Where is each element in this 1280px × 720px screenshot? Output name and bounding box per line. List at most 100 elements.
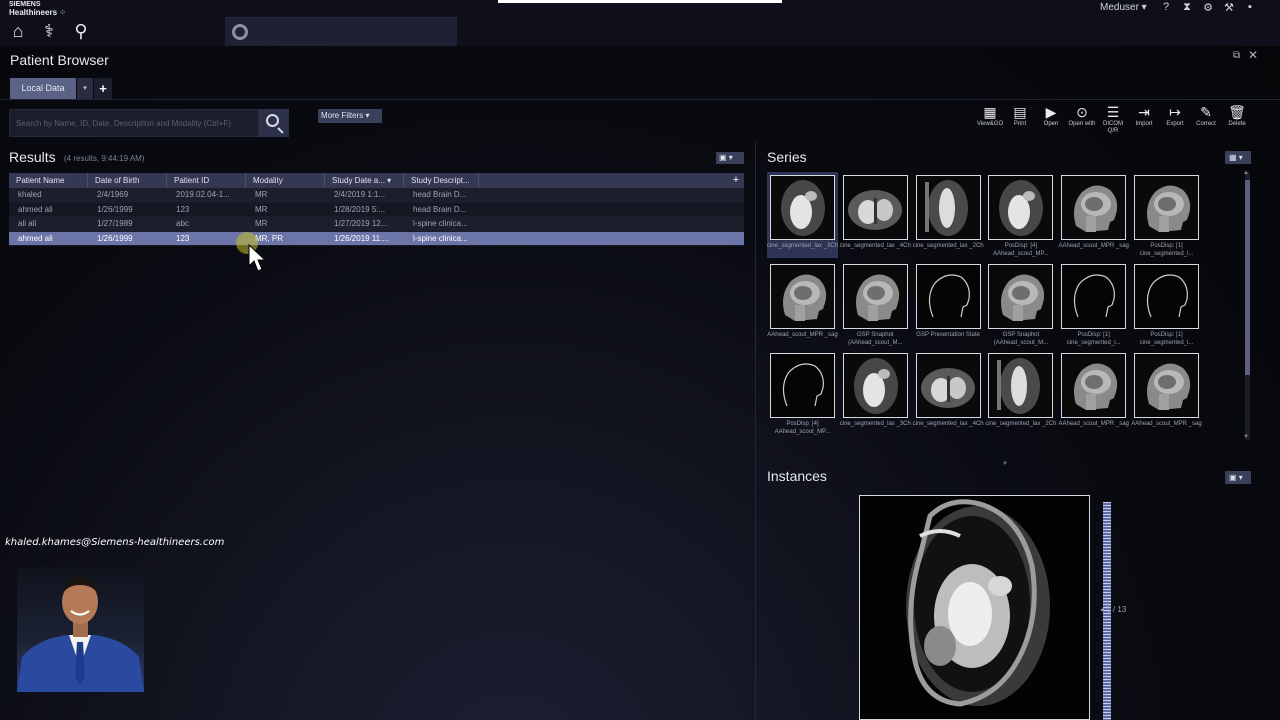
series-thumbnail[interactable] <box>915 175 981 240</box>
import-button[interactable]: ⇥ Import <box>1128 104 1160 128</box>
series-label: cine_segmented_lax _3Ch <box>766 243 839 249</box>
column-header[interactable]: Patient ID <box>167 173 246 188</box>
series-thumbnail[interactable] <box>770 264 835 329</box>
table-cell: MR <box>255 219 268 228</box>
series-scrollbar[interactable] <box>1245 172 1250 440</box>
series-label: cine_segmented_lax _2Ch <box>985 421 1057 427</box>
view-go-button[interactable]: ▦ View&GO <box>974 104 1006 128</box>
export-icon: ↦ <box>1169 104 1181 120</box>
table-cell: 123 <box>176 204 190 214</box>
table-cell: l-spine clinica... <box>413 233 468 243</box>
top-bar <box>0 0 1280 46</box>
close-icon[interactable]: ✕ <box>1248 48 1258 62</box>
mouse-cursor-icon <box>248 244 267 272</box>
table-cell: 2/4/1969 <box>97 190 129 199</box>
table-cell: MR <box>255 204 268 214</box>
results-title: Results <box>9 149 56 165</box>
series-label: PosDisp: [4] AAhead_scout_MP... <box>993 243 1049 257</box>
table-cell: khaled <box>18 190 42 199</box>
search-input[interactable] <box>9 109 259 137</box>
column-header[interactable]: Modality <box>246 173 325 188</box>
tools-icon[interactable]: ⚒ <box>1222 1 1236 14</box>
scroll-down-icon[interactable]: ▼ <box>1243 434 1249 440</box>
table-cell: ali ali <box>18 219 37 228</box>
series-thumbnail[interactable] <box>842 353 908 418</box>
table-row[interactable]: ali ali 1/27/1989 abc MR 1/27/2019 12... l-sp… <box>9 217 744 232</box>
scroll-up-icon[interactable]: ▲ <box>1243 170 1249 176</box>
series-view-button[interactable]: ▦ ▾ <box>1225 151 1251 164</box>
table-cell: 1/27/1989 <box>97 219 133 228</box>
column-header[interactable]: Date of Birth <box>88 173 167 188</box>
patient-registration-icon[interactable]: ⚕ <box>38 21 60 41</box>
table-cell: ahmed ali <box>18 233 53 243</box>
layout-icon: ▣ <box>1229 473 1237 482</box>
help-icon[interactable]: ? <box>1159 1 1173 13</box>
series-thumbnail[interactable] <box>1061 264 1127 329</box>
user-menu[interactable]: Meduser ▾ <box>1100 2 1147 13</box>
camera-icon[interactable]: ▪ <box>1243 1 1257 13</box>
panel-divider[interactable] <box>755 142 756 720</box>
table-row[interactable]: ahmed ali 1/26/1999 123 MR 1/28/2019 5:... he… <box>9 202 744 217</box>
open-button[interactable]: ▶ Open <box>1035 104 1067 128</box>
tab-dropdown-button[interactable]: ▾ <box>77 78 93 99</box>
series-label: cine_segmented_lax _4Ch <box>912 421 984 427</box>
restore-window-icon[interactable]: ⧉ <box>1233 50 1240 61</box>
series-thumbnail[interactable] <box>1061 175 1127 240</box>
column-header[interactable]: Study Descript... <box>404 173 479 188</box>
series-title: Series <box>767 149 807 165</box>
gear-icon[interactable]: ⚙ <box>1201 1 1215 14</box>
series-thumbnail[interactable] <box>770 353 835 418</box>
instance-image[interactable] <box>859 495 1090 720</box>
column-header[interactable]: Patient Name <box>9 173 88 188</box>
table-row[interactable]: ahmed ali 1/26/1999 123 MR, PR 1/26/2019 11:… <box>9 231 744 246</box>
instances-view-button[interactable]: ▣ ▾ <box>1225 471 1251 484</box>
table-cell: 1/28/2019 5:... <box>334 204 386 214</box>
sort-desc-icon: ▾ <box>387 176 392 185</box>
export-button[interactable]: ↦ Export <box>1159 104 1191 128</box>
instance-counter: ◂ 1 / 13 <box>1100 605 1127 614</box>
series-thumbnail[interactable] <box>1134 175 1199 240</box>
series-label: AAhead_scout_MPR _sag <box>1058 243 1129 249</box>
brand-line2: Healthineers <box>9 8 58 17</box>
siemens-healthineers-logo: SIEMENS Healthineers ⁘ <box>9 1 69 17</box>
series-label: PosDisp: [1] cine_segmented_l... <box>1066 332 1121 346</box>
search-button[interactable] <box>259 109 289 137</box>
series-thumbnail[interactable] <box>842 175 908 240</box>
series-thumbnail[interactable] <box>1061 353 1127 418</box>
home-icon[interactable]: ⌂ <box>7 21 29 41</box>
loading-spinner-icon <box>232 24 248 40</box>
patient-search-icon[interactable]: ⚲ <box>70 21 92 41</box>
results-view-button[interactable]: ▣ ▾ <box>716 152 744 164</box>
table-cell: 1/26/1999 <box>97 204 133 214</box>
more-filters-button[interactable]: More Filters ▾ <box>318 109 382 123</box>
open-with-icon: ⊙ <box>1076 104 1088 120</box>
series-thumbnail[interactable] <box>842 264 908 329</box>
add-column-button[interactable]: + <box>728 173 744 188</box>
tab-local-data[interactable]: Local Data <box>10 78 76 99</box>
bookmark-icon[interactable]: ⧗ <box>1180 1 1194 14</box>
results-table: Patient Name Date of Birth Patient ID Mo… <box>9 173 744 246</box>
series-thumbnail[interactable] <box>915 264 981 329</box>
series-thumbnail[interactable] <box>915 353 981 418</box>
table-cell: 2/4/2019 1:1... <box>334 190 386 199</box>
splitter-handle[interactable]: ▼ <box>1002 461 1008 467</box>
add-tab-button[interactable]: + <box>94 78 112 99</box>
correct-button[interactable]: ✎ Correct <box>1190 104 1222 128</box>
delete-button[interactable]: 🗑 Delete <box>1221 104 1253 128</box>
series-thumbnail[interactable] <box>988 175 1054 240</box>
dicom-qr-button[interactable]: ☰ DICOM Q/R <box>1097 104 1129 135</box>
series-thumbnail[interactable] <box>770 175 835 240</box>
open-with-button[interactable]: ⊙ Open with <box>1066 104 1098 128</box>
series-thumbnail[interactable] <box>1134 264 1199 329</box>
task-tab-strip[interactable] <box>225 17 457 46</box>
series-label: PosDisp: [1] cine_segmented_l... <box>1139 243 1194 257</box>
series-label: GSP Presentation State <box>916 332 980 338</box>
column-header-sorted[interactable]: Study Date a... ▾ <box>325 173 404 188</box>
series-thumbnail[interactable] <box>1134 353 1199 418</box>
series-thumbnail[interactable] <box>988 264 1054 329</box>
table-row[interactable]: khaled 2/4/1969 2019.02.04-1... MR 2/4/2019 … <box>9 188 744 203</box>
series-thumbnail[interactable] <box>988 353 1054 418</box>
print-button[interactable]: ▤ Print <box>1004 104 1036 128</box>
series-label: cine_segmented_lax _4Ch <box>839 243 911 249</box>
table-cell: 123 <box>176 233 190 243</box>
